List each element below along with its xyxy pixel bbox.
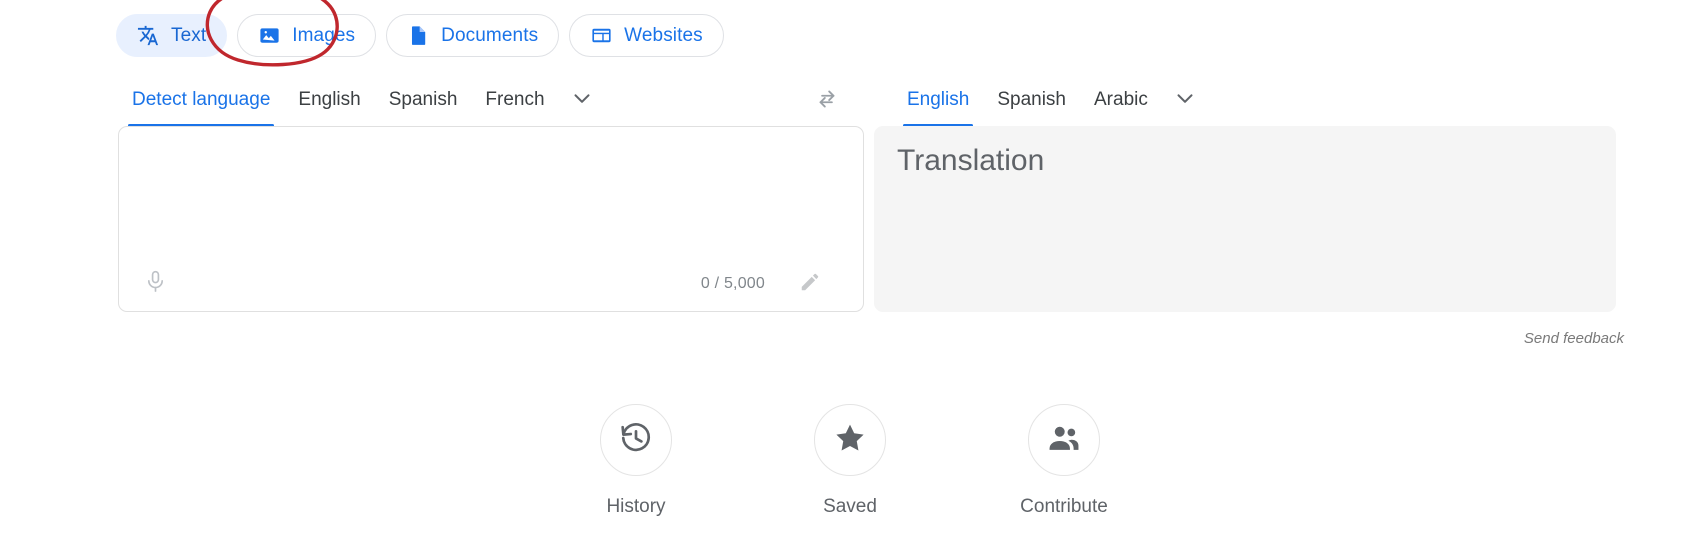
- saved-button-label: Saved: [823, 496, 877, 517]
- translation-output-panel[interactable]: Translation: [874, 126, 1616, 312]
- source-lang-french[interactable]: French: [471, 78, 558, 122]
- target-lang-arabic[interactable]: Arabic: [1080, 78, 1162, 122]
- translation-placeholder: Translation: [897, 144, 1045, 177]
- people-icon: [1047, 421, 1081, 460]
- tab-text[interactable]: Text: [116, 14, 228, 57]
- source-more-languages-button[interactable]: [559, 78, 605, 122]
- pencil-icon: [799, 271, 821, 298]
- target-lang-english-label: English: [907, 89, 970, 110]
- source-lang-detect[interactable]: Detect language: [118, 78, 284, 127]
- tab-documents-label: Documents: [441, 25, 539, 46]
- source-lang-english-label: English: [298, 89, 361, 110]
- target-lang-arabic-label: Arabic: [1094, 89, 1148, 110]
- tab-text-label: Text: [171, 25, 207, 46]
- chevron-down-icon: [569, 85, 595, 116]
- contribute-button-label: Contribute: [1020, 496, 1108, 517]
- tab-documents[interactable]: Documents: [386, 14, 560, 57]
- source-lang-detect-label: Detect language: [132, 89, 271, 110]
- quick-actions: History Saved Contribute: [0, 404, 1700, 518]
- target-lang-english[interactable]: English: [893, 78, 983, 127]
- tab-images-label: Images: [292, 25, 356, 46]
- target-lang-spanish-label: Spanish: [997, 89, 1066, 110]
- microphone-button[interactable]: [135, 264, 175, 304]
- website-icon: [590, 24, 613, 47]
- send-feedback-link[interactable]: Send feedback: [1524, 330, 1624, 347]
- image-icon: [258, 24, 281, 47]
- translate-page: Text Images Documents Websites Detect la…: [0, 0, 1700, 544]
- source-lang-english[interactable]: English: [284, 78, 374, 122]
- mode-tab-bar: Text Images Documents Websites: [116, 14, 724, 57]
- document-icon: [407, 24, 430, 47]
- chevron-down-icon: [1172, 85, 1198, 116]
- contribute-button[interactable]: Contribute: [993, 404, 1135, 518]
- target-more-languages-button[interactable]: [1162, 78, 1208, 122]
- history-icon: [619, 421, 653, 460]
- swap-horizontal-icon: [814, 86, 840, 117]
- target-language-row: English Spanish Arabic: [893, 78, 1208, 127]
- saved-button-circle: [814, 404, 886, 476]
- target-lang-spanish[interactable]: Spanish: [983, 78, 1080, 122]
- source-lang-french-label: French: [485, 89, 545, 110]
- character-counter: 0 / 5,000: [700, 275, 765, 292]
- history-button[interactable]: History: [565, 404, 707, 518]
- microphone-icon: [143, 269, 168, 299]
- source-lang-spanish-label: Spanish: [388, 89, 458, 110]
- tab-websites-label: Websites: [624, 25, 703, 46]
- translate-icon: [137, 24, 160, 47]
- saved-button[interactable]: Saved: [779, 404, 921, 518]
- source-lang-spanish[interactable]: Spanish: [375, 78, 472, 122]
- source-panel-footer: 0 / 5,000: [119, 257, 863, 311]
- tab-websites[interactable]: Websites: [569, 14, 724, 57]
- source-language-row: Detect language English Spanish French: [118, 78, 605, 127]
- history-button-circle: [600, 404, 672, 476]
- star-icon: [833, 421, 867, 460]
- tab-images[interactable]: Images: [237, 14, 377, 57]
- source-text-panel[interactable]: 0 / 5,000: [118, 126, 864, 312]
- history-button-label: History: [606, 496, 666, 517]
- swap-languages-button[interactable]: [808, 82, 846, 120]
- contribute-button-circle: [1028, 404, 1100, 476]
- handwriting-button[interactable]: [793, 267, 827, 301]
